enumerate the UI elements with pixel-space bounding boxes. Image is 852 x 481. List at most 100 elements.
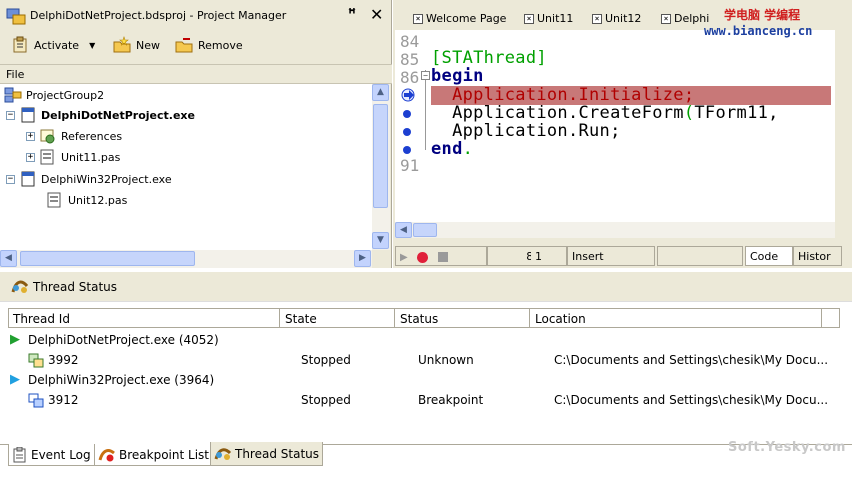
close-tab-icon[interactable]: × (661, 13, 671, 24)
project-manager-icon (6, 8, 26, 25)
close-icon[interactable]: ✕ (370, 5, 383, 24)
tab-label: Unit12 (605, 12, 642, 25)
mode-value: Insert (572, 250, 604, 263)
column-divider[interactable] (394, 309, 395, 328)
code-token: Application (431, 103, 568, 123)
collapse-icon[interactable]: − (6, 110, 15, 120)
code-token: ( (683, 103, 695, 123)
tab-label: Code (750, 250, 779, 263)
unit-file-icon (40, 149, 54, 165)
close-tab-icon[interactable]: × (413, 13, 423, 24)
scroll-down-icon[interactable]: ▼ (372, 232, 389, 249)
table-row[interactable]: 3912 Stopped Breakpoint C:\Documents and… (10, 391, 830, 411)
column-header-location[interactable]: Location (535, 312, 586, 326)
table-row[interactable]: ▶ DelphiDotNetProject.exe (4052) (10, 331, 830, 351)
activate-icon (13, 36, 27, 53)
thread-icon (28, 353, 44, 368)
tab-delphi-project[interactable]: × Delphi (661, 9, 709, 28)
tree-horizontal-scrollbar[interactable]: ◀ ▶ (0, 250, 372, 268)
scroll-up-icon[interactable]: ▲ (372, 84, 389, 101)
watermark-url: www.bianceng.cn (704, 24, 813, 38)
status-blank (657, 246, 743, 266)
tree-label: ProjectGroup2 (26, 88, 105, 102)
new-button[interactable]: New (112, 35, 160, 55)
close-tab-icon[interactable]: × (524, 13, 534, 24)
breakpoint-dot-icon[interactable] (403, 128, 411, 136)
file-bar[interactable]: File (0, 64, 392, 84)
column-divider[interactable] (529, 309, 530, 328)
tab-breakpoint-list[interactable]: Breakpoint List (94, 444, 213, 466)
scroll-left-icon[interactable]: ◀ (0, 250, 17, 267)
bottom-tab-bar: Event Log Breakpoint List Thread Status (0, 440, 852, 481)
line-number: 85 (400, 50, 420, 69)
code-token: .CreateForm (567, 103, 684, 123)
expand-icon[interactable]: + (26, 131, 35, 141)
tab-welcome-page[interactable]: × Welcome Page (413, 9, 506, 28)
column-divider[interactable] (279, 309, 280, 328)
tree-label: References (61, 129, 123, 143)
tree-node-references[interactable]: + References (26, 127, 122, 145)
thread-status-title: Thread Status (33, 280, 118, 294)
project-manager-titlebar: DelphiDotNetProject.bdsproj - Project Ma… (4, 3, 392, 29)
location-cell: C:\Documents and Settings\chesik\My Docu… (554, 393, 829, 407)
remove-label: Remove (198, 38, 243, 52)
tab-label: Welcome Page (426, 12, 507, 25)
references-icon (40, 129, 55, 144)
scroll-left-icon[interactable]: ◀ (395, 222, 412, 238)
line-number: 91 (400, 156, 420, 175)
remove-button[interactable]: Remove (174, 35, 243, 55)
tab-label: Event Log (31, 447, 91, 462)
code-token: end (431, 139, 463, 159)
activate-button[interactable]: Activate ▼ (12, 35, 95, 55)
tree-node-delphiwin32project[interactable]: − DelphiWin32Project.exe (6, 170, 172, 188)
scroll-thumb[interactable] (413, 223, 437, 237)
breakpoint-dot-icon[interactable] (403, 110, 411, 118)
editor-horizontal-scrollbar[interactable]: ◀ (395, 222, 835, 238)
tree-node-unit12[interactable]: Unit12.pas (46, 191, 127, 209)
tree-node-delphidotnetproject[interactable]: − DelphiDotNetProject.exe (6, 106, 195, 124)
remove-icon (175, 38, 193, 53)
run-icon[interactable]: ▶ (400, 252, 408, 263)
column-header-thread-id[interactable]: Thread Id (13, 312, 70, 326)
tab-unit11[interactable]: × Unit11 (524, 9, 573, 28)
column-header-status[interactable]: Status (400, 312, 438, 326)
new-label: New (136, 38, 160, 52)
code-area[interactable]: 84 85 86 91 − [STAThread] begin Applicat… (395, 30, 835, 222)
chevron-down-icon[interactable]: ▼ (89, 41, 95, 50)
collapse-icon[interactable]: − (6, 174, 15, 184)
tree-label: Unit12.pas (68, 193, 128, 207)
tab-thread-status[interactable]: Thread Status (210, 442, 324, 466)
project-manager-panel: DelphiDotNetProject.bdsproj - Project Ma… (0, 0, 392, 268)
column-divider[interactable] (821, 309, 822, 328)
tab-event-log[interactable]: Event Log (8, 444, 95, 466)
editor-gutter[interactable]: 84 85 86 91 (395, 30, 429, 222)
tab-unit12[interactable]: × Unit12 (592, 9, 641, 28)
project-group-icon (4, 87, 22, 103)
activate-label: Activate (34, 38, 80, 52)
expand-icon[interactable]: + (26, 152, 35, 162)
line-number: 84 (400, 32, 420, 51)
tree-node-projectgroup[interactable]: ProjectGroup2 (4, 86, 104, 104)
tab-code[interactable]: Code (745, 246, 793, 266)
close-tab-icon[interactable]: × (592, 13, 602, 24)
tab-history[interactable]: Histor (793, 246, 842, 266)
table-row[interactable]: ▶ DelphiWin32Project.exe (3964) (10, 371, 830, 391)
tree-node-unit11[interactable]: + Unit11.pas (26, 148, 120, 166)
scroll-thumb[interactable] (20, 251, 195, 266)
column-header-state[interactable]: State (285, 312, 317, 326)
scroll-right-icon[interactable]: ▶ (354, 250, 371, 267)
tab-label: Breakpoint List (119, 447, 209, 462)
pin-icon[interactable]: ꟸ (348, 7, 356, 22)
table-row[interactable]: 3992 Stopped Unknown C:\Documents and Se… (10, 351, 830, 371)
thread-id-cell: DelphiDotNetProject.exe (4052) (28, 333, 219, 347)
code-line-88: Application.CreateForm(TForm11, (431, 103, 779, 123)
scroll-thumb[interactable] (373, 104, 388, 208)
record-icon[interactable] (417, 251, 429, 263)
breakpoint-dot-icon[interactable] (403, 146, 411, 154)
code-line-90: end. (431, 139, 473, 159)
stop-icon[interactable] (437, 252, 448, 262)
tab-label: Histor (798, 250, 831, 263)
tree-vertical-scrollbar[interactable]: ▲ ▼ (372, 84, 390, 250)
fold-collapse-icon[interactable]: − (421, 71, 430, 80)
state-cell: Stopped (301, 353, 351, 367)
